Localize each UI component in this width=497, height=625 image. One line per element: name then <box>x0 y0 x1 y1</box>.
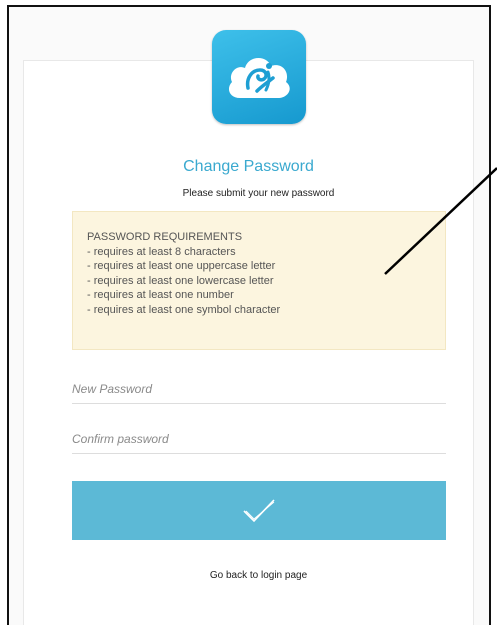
submit-button[interactable] <box>72 481 446 540</box>
requirement-item: - requires at least one uppercase letter <box>87 260 276 272</box>
checkmark-icon <box>243 498 275 522</box>
page-subtitle: Please submit your new password <box>182 188 335 199</box>
requirement-item: - requires at least one lowercase letter <box>87 274 274 287</box>
cloud-logo-icon <box>228 57 290 98</box>
requirement-item: - requires at least one symbol character <box>87 303 281 316</box>
back-to-login-link[interactable]: Go back to login page <box>0 570 497 581</box>
new-password-input[interactable] <box>72 382 446 396</box>
confirm-password-input[interactable] <box>72 432 446 446</box>
requirement-item: - requires at least 8 characters <box>87 245 236 258</box>
password-requirements-box: PASSWORD REQUIREMENTS - requires at leas… <box>72 211 446 350</box>
requirement-item: - requires at least one number <box>87 289 234 301</box>
new-password-field <box>72 376 446 404</box>
app-logo <box>212 30 306 124</box>
requirements-heading: PASSWORD REQUIREMENTS <box>87 231 243 243</box>
page-title: Change Password <box>183 158 314 175</box>
confirm-password-field <box>72 426 446 454</box>
